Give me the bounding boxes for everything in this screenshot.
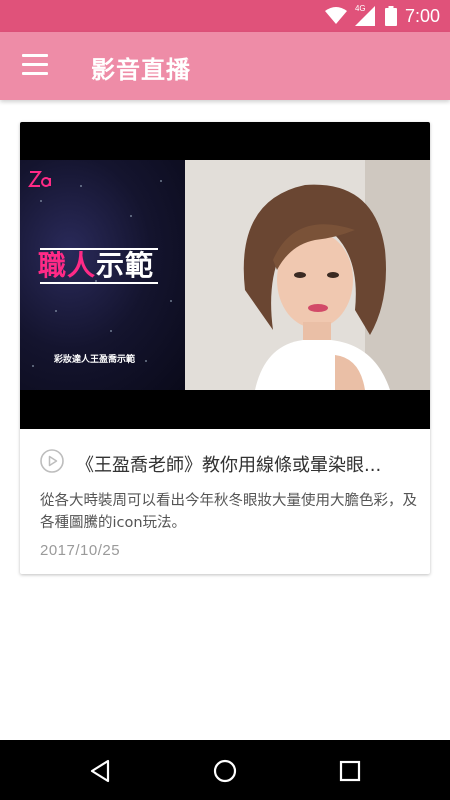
video-description: 從各大時裝周可以看出今年秋冬眼妝大量使用大膽色彩，及各種圖騰的icon玩法。 xyxy=(40,493,417,531)
presenter-photo xyxy=(185,160,430,390)
video-thumbnail[interactable]: 職人示範 彩妝達人王盈喬示範 xyxy=(20,122,430,429)
home-icon[interactable] xyxy=(212,758,238,784)
video-title[interactable]: 《王盈喬老師》教你用線條或暈染眼... xyxy=(76,451,412,477)
promo-subtitle: 彩妝達人王盈喬示範 xyxy=(54,355,136,365)
promo-panel: 職人示範 彩妝達人王盈喬示範 xyxy=(20,160,185,390)
za-logo-icon xyxy=(28,171,51,187)
page-title: 影音直播 xyxy=(91,56,191,84)
app-bar: 影音直播 xyxy=(0,32,450,100)
battery-icon xyxy=(384,6,397,26)
network-type-label: 4G xyxy=(354,4,366,13)
clock: 7:00 xyxy=(404,5,440,26)
video-card[interactable]: 職人示範 彩妝達人王盈喬示範 《王盈喬老師》教你用線條或暈染眼... 從各大時裝… xyxy=(20,122,430,574)
status-icons: 4G 7:00 xyxy=(324,0,440,32)
promo-title: 職人示範 xyxy=(38,249,155,282)
status-bar: 4G 7:00 xyxy=(0,0,450,32)
promo-divider-bottom xyxy=(40,282,158,284)
wifi-icon xyxy=(324,7,347,24)
play-circle-icon[interactable] xyxy=(40,449,64,473)
presenter-illustration xyxy=(185,160,430,390)
system-nav-bar xyxy=(0,740,450,800)
back-icon[interactable] xyxy=(88,758,114,784)
hamburger-menu-icon[interactable] xyxy=(22,54,48,76)
recents-icon[interactable] xyxy=(337,758,363,784)
video-card-body: 《王盈喬老師》教你用線條或暈染眼... 從各大時裝周可以看出今年秋冬眼妝大量使用… xyxy=(20,429,430,574)
signal-indicator: 4G xyxy=(354,4,377,26)
video-date: 2017/10/25 xyxy=(40,542,121,559)
